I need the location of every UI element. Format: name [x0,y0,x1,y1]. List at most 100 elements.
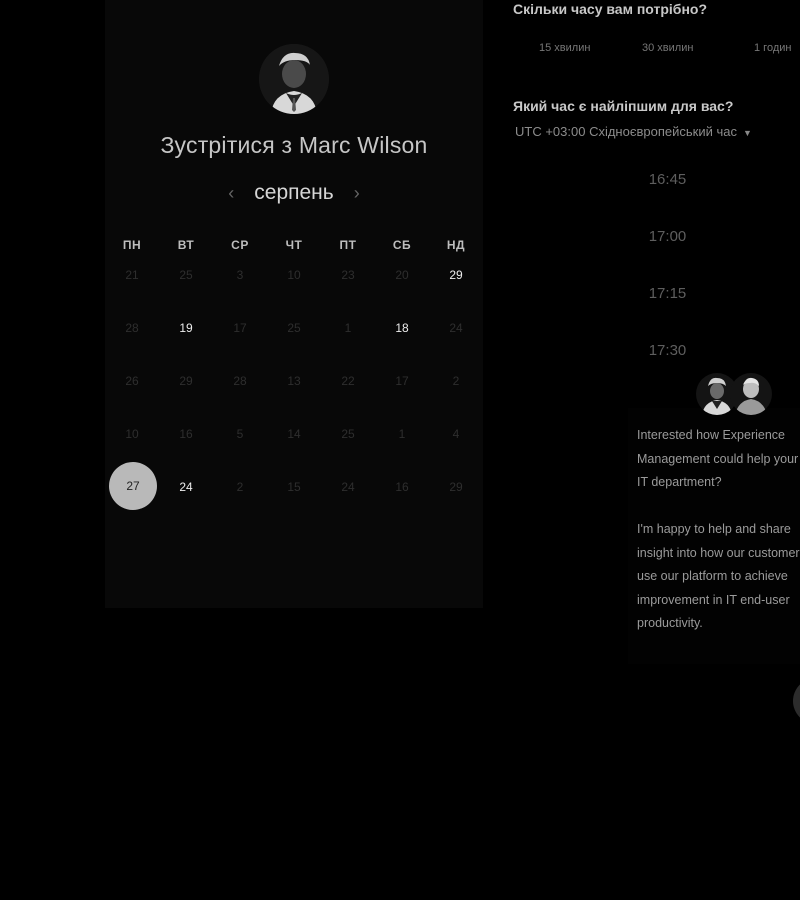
calendar-day: 16 [159,415,213,468]
calendar-day-number: 25 [179,268,193,282]
calendar-day-number: 29 [179,374,193,388]
calendar-day: 29 [159,362,213,415]
calendar-day-number: 17 [233,321,247,335]
calendar-day: 13 [267,362,321,415]
calendar-day: 2 [213,468,267,521]
calendar-day: 4 [429,415,483,468]
timezone-label: UTC +03:00 Східноєвропейський час [515,124,737,139]
calendar-day-number: 16 [179,427,193,441]
chat-launcher-button[interactable] [793,678,800,724]
calendar-day-number: 15 [287,480,301,494]
calendar-day-number: 29 [449,268,463,282]
calendar-day: 10 [267,256,321,309]
calendar-day: 25 [159,256,213,309]
calendar-day: 28 [213,362,267,415]
calendar-day-number: 25 [287,321,301,335]
calendar-day-number: 23 [341,268,355,282]
calendar-week: 27 24 2 15 24 16 29 [105,462,483,521]
calendar-day: 21 [105,256,159,309]
weekday-tue: ВТ [177,238,195,252]
weekday-wed: СР [231,238,249,252]
calendar-day: 17 [375,362,429,415]
host-name: Marc Wilson [298,132,428,158]
chevron-left-icon[interactable]: ‹ [224,183,238,204]
time-slot[interactable]: 17:00 [620,227,715,284]
chat-paragraph: I'm happy to help and share insight into… [637,522,800,630]
chat-avatars [696,373,776,419]
calendar-day: 24 [321,468,375,521]
calendar-week: 21 25 3 10 23 20 29 [105,256,483,309]
duration-options: 15 хвилин 30 хвилин 1 годин [514,42,800,58]
calendar-day-number: 1 [344,321,352,335]
host-avatar [259,44,329,114]
calendar-day-number: 21 [125,268,139,282]
calendar-day: 10 [105,415,159,468]
calendar-day[interactable]: 24 [159,468,213,521]
calendar-day: 25 [321,415,375,468]
calendar-day: 20 [375,256,429,309]
calendar-day-number: 2 [452,374,460,388]
calendar-day-selected[interactable]: 27 [105,462,159,521]
calendar-day-number: 2 [236,480,244,494]
calendar-day-number: 10 [125,427,139,441]
calendar-day[interactable]: 18 [375,309,429,362]
calendar-day-number: 24 [179,480,193,494]
title-prefix: Зустрітися з [160,132,293,158]
month-navigation: ‹ серпень › [105,178,483,208]
calendar-day[interactable]: 29 [429,256,483,309]
calendar-day-number: 29 [449,480,463,494]
calendar-day-number: 26 [125,374,139,388]
calendar-day-number: 3 [236,268,244,282]
calendar-day: 5 [213,415,267,468]
calendar-day-number: 1 [398,427,406,441]
calendar-day-number: 22 [341,374,355,388]
calendar-day-number: 20 [395,268,409,282]
calendar-grid: ПН ВТ СР ЧТ ПТ СБ НД 21 25 3 10 23 20 29 28 19 17… [105,234,483,521]
calendar-day-number: 28 [125,321,139,335]
calendar-day: 24 [429,309,483,362]
chevron-right-icon[interactable]: › [350,183,364,204]
calendar-day: 23 [321,256,375,309]
calendar-week: 28 19 17 25 1 18 24 [105,309,483,362]
month-label: серпень [254,181,334,204]
calendar-day-number: 4 [452,427,460,441]
calendar-day[interactable]: 19 [159,309,213,362]
timezone-select[interactable]: UTC +03:00 Східноєвропейський час ▼ [515,124,752,139]
time-slot[interactable]: 17:15 [620,284,715,341]
chat-message: Interested how Experience Management cou… [637,424,800,636]
calendar-day: 3 [213,256,267,309]
calendar-day: 25 [267,309,321,362]
chat-avatar [730,373,772,415]
time-question: Який час є найліпшим для вас? [513,98,734,114]
calendar-day-number: 27 [109,462,157,510]
calendar-day: 17 [213,309,267,362]
calendar-day: 28 [105,309,159,362]
weekday-fri: ПТ [339,238,357,252]
calendar-day-number: 14 [287,427,301,441]
duration-option-60[interactable]: 1 годин [754,42,791,54]
calendar-day-number: 5 [236,427,244,441]
calendar-day: 1 [321,309,375,362]
calendar-day-number: 25 [341,427,355,441]
calendar-day: 15 [267,468,321,521]
calendar-week: 10 16 5 14 25 1 4 [105,415,483,468]
time-slots: 16:45 17:00 17:15 17:30 [620,170,715,398]
weekday-thu: ЧТ [285,238,303,252]
calendar-day: 14 [267,415,321,468]
duration-option-15[interactable]: 15 хвилин [539,42,590,54]
calendar-day: 22 [321,362,375,415]
calendar-day-number: 28 [233,374,247,388]
calendar-day: 26 [105,362,159,415]
calendar-day-number: 17 [395,374,409,388]
weekday-sat: СБ [392,238,412,252]
time-slot[interactable]: 16:45 [620,170,715,227]
calendar-day-number: 19 [179,321,193,335]
calendar-day-number: 18 [395,321,409,335]
calendar-day: 16 [375,468,429,521]
weekday-mon: ПН [122,238,142,252]
calendar-day-number: 24 [449,321,463,335]
weekday-sun: НД [446,238,466,252]
duration-option-30[interactable]: 30 хвилин [642,42,693,54]
calendar-day-number: 24 [341,480,355,494]
weekday-header: ПН ВТ СР ЧТ ПТ СБ НД [105,234,483,256]
